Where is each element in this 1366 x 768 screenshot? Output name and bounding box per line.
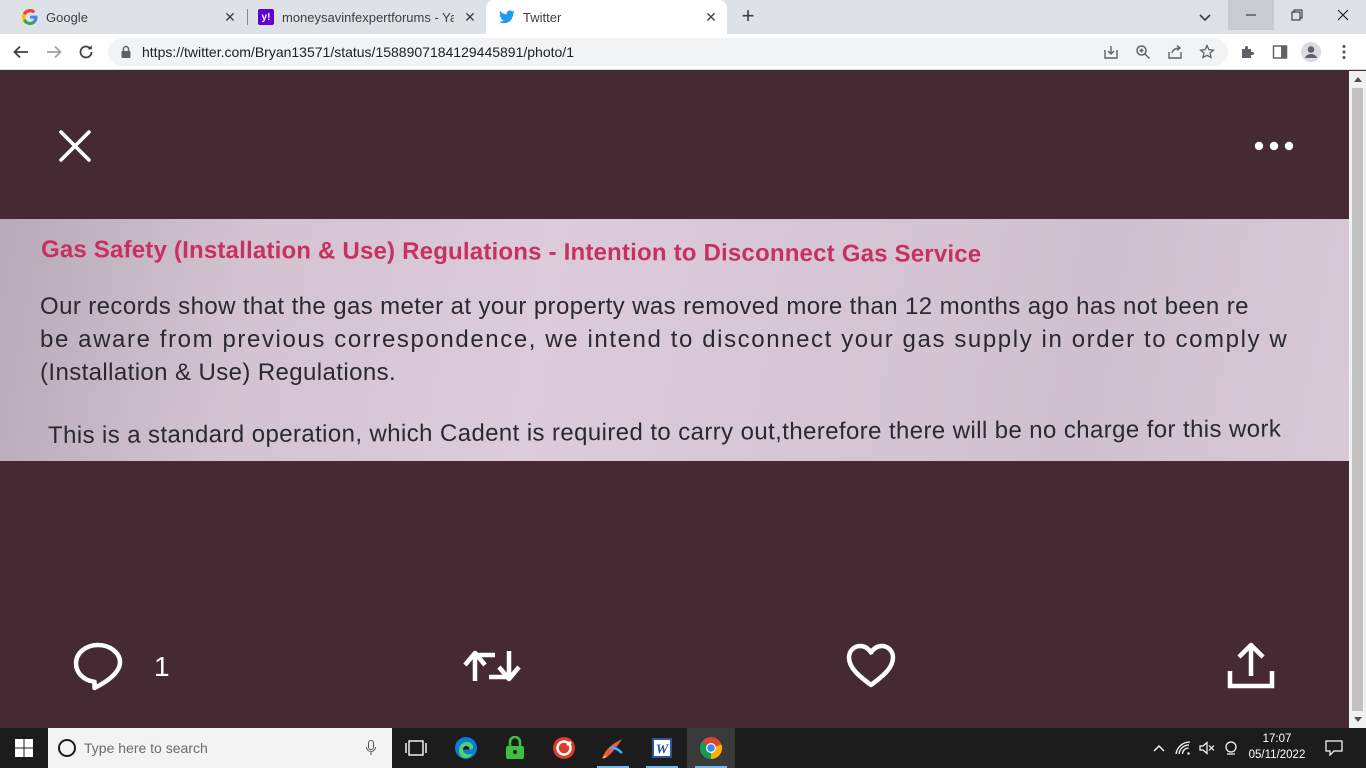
google-icon — [22, 9, 38, 25]
windows-start-icon[interactable] — [0, 728, 48, 768]
reply-count: 1 — [154, 651, 170, 682]
tab-google[interactable]: Google ✕ — [0, 0, 246, 34]
svg-text:W: W — [656, 743, 670, 758]
heart-icon — [846, 643, 896, 688]
retweet-button[interactable] — [462, 641, 522, 691]
scroll-thumb[interactable] — [1352, 88, 1363, 711]
share-button[interactable] — [1226, 641, 1276, 691]
task-view-icon[interactable] — [392, 728, 440, 768]
photo-viewer: Gas Safety (Installation & Use) Regulati… — [0, 71, 1349, 728]
address-bar[interactable]: https://twitter.com/Bryan13571/status/15… — [108, 38, 1228, 66]
tab-title: moneysavinfexpertforums - Yahoo — [282, 9, 454, 25]
photo-text-line: be aware from previous correspondence, w… — [40, 326, 1289, 353]
twitter-icon — [499, 9, 515, 25]
clock-date: 05/11/2022 — [1248, 749, 1306, 761]
menu-kebab-icon[interactable] — [1334, 42, 1354, 62]
onedrive-sync-icon[interactable] — [1222, 739, 1240, 757]
chevron-down-icon[interactable] — [1196, 8, 1214, 26]
browser-toolbar: https://twitter.com/Bryan13571/status/15… — [0, 34, 1366, 70]
tweet-photo[interactable]: Gas Safety (Installation & Use) Regulati… — [0, 219, 1349, 461]
photo-text-line: Our records show that the gas meter at y… — [40, 293, 1249, 320]
search-placeholder: Type here to search — [84, 740, 208, 756]
clock-time: 17:07 — [1262, 733, 1292, 745]
reply-icon — [73, 642, 123, 691]
new-tab-icon[interactable]: + — [736, 5, 760, 29]
minimize-icon[interactable] — [1228, 0, 1274, 30]
search-icon — [57, 738, 77, 763]
forward-icon[interactable] — [42, 40, 66, 64]
zoom-icon[interactable] — [1134, 43, 1152, 61]
retweet-icon — [463, 650, 521, 682]
side-panel-icon[interactable] — [1270, 42, 1290, 62]
photo-heading: Gas Safety (Installation & Use) Regulati… — [40, 236, 982, 268]
close-window-icon[interactable] — [1320, 0, 1366, 30]
tab-twitter[interactable]: Twitter ✕ — [486, 0, 727, 34]
extensions-icon[interactable] — [1238, 42, 1258, 62]
reply-button[interactable] — [72, 641, 124, 691]
photo-text-line: This is a standard operation, which Cade… — [47, 415, 1282, 449]
reload-icon[interactable] — [74, 40, 98, 64]
more-options-icon[interactable] — [1250, 131, 1298, 161]
tab-yahoo[interactable]: y! moneysavinfexpertforums - Yahoo ✕ — [236, 0, 486, 34]
yahoo-icon: y! — [258, 9, 274, 25]
vpn-lock-app-icon[interactable] — [491, 728, 539, 768]
lock-icon[interactable] — [120, 45, 132, 64]
microphone-icon[interactable] — [366, 740, 376, 761]
install-icon[interactable] — [1102, 43, 1120, 61]
word-app-icon[interactable]: W — [638, 728, 686, 768]
page-scrollbar[interactable] — [1349, 71, 1366, 728]
close-icon[interactable] — [52, 123, 98, 169]
notifications-icon[interactable] — [1324, 739, 1344, 757]
system-clock[interactable]: 17:07 05/11/2022 — [1246, 731, 1308, 763]
share-icon[interactable] — [1166, 43, 1184, 61]
windows-taskbar: Type here to search W 17:07 05/11/2022 — [0, 728, 1366, 768]
tab-strip: Google ✕ y! moneysavinfexpertforums - Ya… — [0, 0, 1366, 34]
bookmark-star-icon[interactable] — [1198, 43, 1216, 61]
volume-muted-icon[interactable] — [1198, 739, 1216, 757]
taskbar-search-input[interactable]: Type here to search — [48, 728, 392, 768]
like-button[interactable] — [845, 641, 897, 691]
edge-browser-icon[interactable] — [442, 728, 490, 768]
back-icon[interactable] — [9, 40, 33, 64]
tab-close-icon[interactable]: ✕ — [703, 9, 719, 25]
photo-text-line: (Installation & Use) Regulations. — [40, 359, 397, 386]
share-upload-icon — [1227, 642, 1275, 689]
ccleaner-icon[interactable] — [540, 728, 588, 768]
tab-title: Google — [46, 9, 88, 25]
tab-close-icon[interactable]: ✕ — [462, 9, 478, 25]
paint-app-icon[interactable] — [589, 728, 637, 768]
chrome-app-icon[interactable] — [687, 728, 735, 768]
wifi-icon[interactable] — [1174, 739, 1192, 757]
scroll-down-arrow-icon[interactable] — [1349, 711, 1366, 728]
scroll-up-arrow-icon[interactable] — [1349, 71, 1366, 88]
profile-avatar-icon[interactable] — [1301, 42, 1321, 62]
restore-icon[interactable] — [1274, 0, 1320, 30]
url-text[interactable]: https://twitter.com/Bryan13571/status/15… — [142, 44, 574, 60]
show-hidden-icons-chevron-icon[interactable] — [1150, 739, 1168, 757]
tab-title: Twitter — [523, 9, 562, 25]
